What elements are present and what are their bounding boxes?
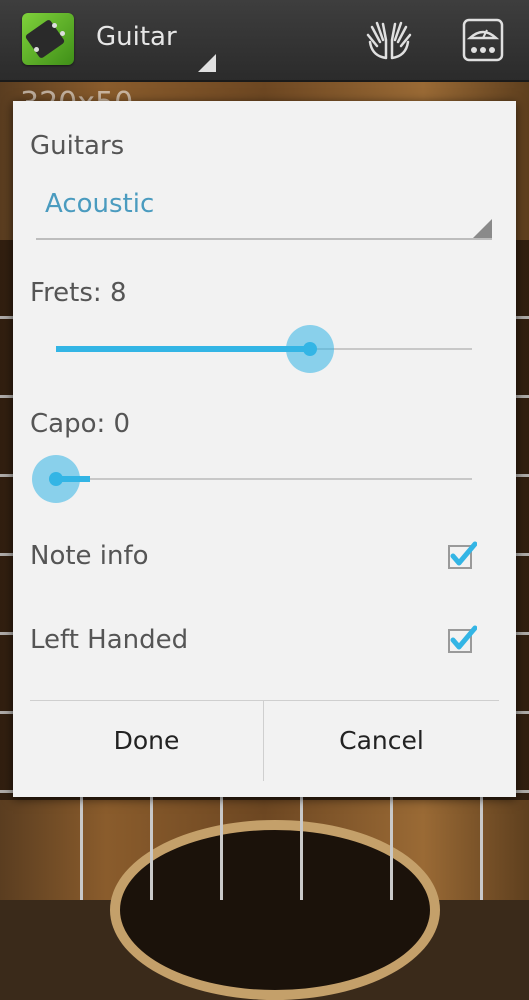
guitar-settings-dialog: Guitars Acoustic Frets: 8 Capo: 0 Note i…: [13, 101, 516, 797]
note-info-label: Note info: [30, 541, 149, 571]
frets-slider[interactable]: [56, 319, 472, 379]
cancel-button[interactable]: Cancel: [264, 701, 499, 781]
capo-slider[interactable]: [32, 449, 472, 509]
frets-label: Frets: 8: [30, 278, 127, 308]
tuning-peg: [52, 23, 57, 28]
guitar-string: [390, 790, 393, 900]
slider-thumb[interactable]: [303, 342, 317, 356]
slider-fill: [56, 346, 310, 352]
action-bar: Guitar: [0, 0, 529, 82]
headstock-shape: [24, 18, 66, 60]
slider-track: [56, 478, 472, 480]
instrument-spinner-title[interactable]: Guitar: [96, 22, 177, 52]
guitar-type-select[interactable]: Acoustic: [45, 189, 154, 219]
tuner-icon[interactable]: [462, 18, 504, 62]
done-button[interactable]: Done: [30, 701, 263, 781]
spinner-arrow-icon[interactable]: [198, 54, 216, 72]
tuning-peg: [34, 47, 39, 52]
select-underline: [36, 238, 492, 240]
note-info-checkbox[interactable]: [447, 541, 477, 571]
guitar-headstock-icon[interactable]: [22, 13, 74, 65]
select-arrow-icon[interactable]: [473, 219, 492, 238]
guitar-string: [480, 790, 483, 900]
hands-icon[interactable]: [364, 18, 414, 62]
guitar-string: [80, 790, 83, 900]
tuning-peg: [60, 31, 65, 36]
slider-thumb[interactable]: [49, 472, 63, 486]
guitars-label: Guitars: [30, 131, 125, 161]
left-handed-checkbox[interactable]: [447, 625, 477, 655]
left-handed-label: Left Handed: [30, 625, 189, 655]
capo-label: Capo: 0: [30, 409, 131, 439]
guitar-string: [220, 790, 223, 900]
guitar-string: [300, 790, 303, 900]
guitar-string: [150, 790, 153, 900]
